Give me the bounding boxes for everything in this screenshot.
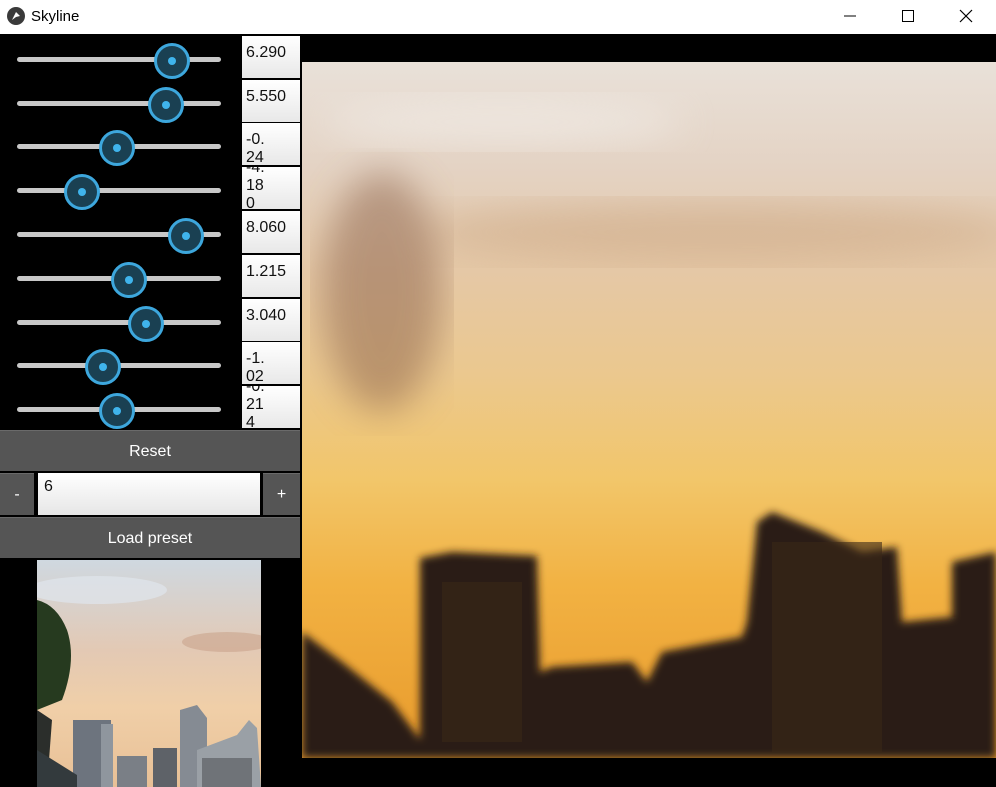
minimize-icon	[844, 15, 856, 17]
slider-row-1	[0, 36, 240, 80]
slider-track[interactable]	[17, 188, 221, 193]
slider-value-9-text: -0.214	[246, 386, 265, 428]
maximize-button[interactable]	[885, 0, 931, 32]
slider-value-8[interactable]: -1.024	[242, 342, 300, 384]
image-bottom-margin	[302, 758, 996, 787]
slider-value-1[interactable]: 6.290	[242, 36, 300, 78]
minimize-button[interactable]	[827, 0, 873, 32]
slider-knob[interactable]	[111, 262, 148, 298]
slider-row-8	[0, 342, 240, 386]
slider-row-9	[0, 386, 240, 430]
slider-value-9[interactable]: -0.214	[242, 386, 300, 428]
slider-row-4	[0, 167, 240, 211]
slider-row-5	[0, 211, 240, 255]
slider-value-2[interactable]: 5.550	[242, 80, 300, 122]
slider-knob[interactable]	[84, 349, 121, 385]
reset-button[interactable]: Reset	[0, 430, 300, 471]
slider-row-6	[0, 255, 240, 299]
increment-button[interactable]: +	[263, 473, 300, 515]
close-icon	[959, 9, 973, 23]
title-bar: Skyline	[0, 0, 996, 34]
kivy-app-icon	[7, 7, 25, 25]
maximize-icon	[902, 10, 914, 22]
slider-knob[interactable]	[64, 174, 101, 210]
decrement-button[interactable]: -	[0, 473, 34, 515]
slider-track[interactable]	[17, 101, 221, 106]
close-button[interactable]	[943, 0, 989, 32]
slider-track[interactable]	[17, 57, 221, 62]
reference-photo	[37, 560, 261, 787]
slider-row-2	[0, 80, 240, 124]
slider-value-5[interactable]: 8.060	[242, 211, 300, 253]
generated-skyline-image	[302, 62, 996, 758]
slider-track[interactable]	[17, 320, 221, 325]
window-title: Skyline	[31, 8, 80, 25]
slider-knob[interactable]	[127, 306, 164, 342]
slider-value-4[interactable]: -4.180	[242, 167, 300, 209]
preset-number-input[interactable]	[38, 473, 260, 515]
slider-value-6[interactable]: 1.215	[242, 255, 300, 297]
slider-value-3[interactable]: -0.244	[242, 123, 300, 165]
slider-knob[interactable]	[154, 43, 191, 79]
slider-knob[interactable]	[147, 87, 184, 123]
slider-value-7[interactable]: 3.040	[242, 299, 300, 341]
slider-knob[interactable]	[98, 130, 135, 166]
slider-row-3	[0, 123, 240, 167]
slider-knob[interactable]	[98, 393, 135, 429]
slider-knob[interactable]	[168, 218, 205, 254]
slider-row-7	[0, 299, 240, 343]
slider-value-4-text: -4.180	[246, 167, 265, 209]
load-preset-button[interactable]: Load preset	[0, 517, 300, 558]
